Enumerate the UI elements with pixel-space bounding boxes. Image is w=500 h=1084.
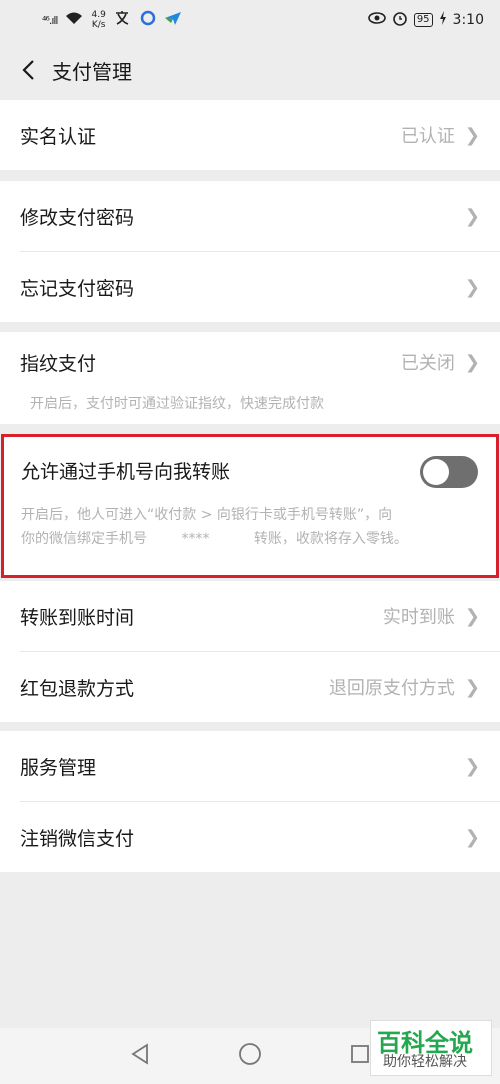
refund-method-label: 红包退款方式 xyxy=(20,677,135,700)
chevron-right-icon: ❯ xyxy=(464,124,480,146)
real-name-row[interactable]: 实名认证 已认证 ❯ xyxy=(0,100,500,170)
net-speed-unit: K/s xyxy=(91,20,106,30)
group-transfer: 转账到账时间 实时到账 ❯ 红包退款方式 退回原支付方式 ❯ xyxy=(0,581,500,722)
description-line-2b: 转账，收款将存入零钱。 xyxy=(253,531,408,547)
plane-icon xyxy=(164,10,182,30)
navigation-bar: 支付管理 xyxy=(0,40,500,100)
translate-icon xyxy=(114,10,132,30)
fingerprint-label: 指纹支付 xyxy=(20,352,97,375)
description-line-2-text: 你的微信绑定手机号 xyxy=(21,531,147,547)
change-password-label: 修改支付密码 xyxy=(20,206,135,229)
battery-icon: 95 xyxy=(413,13,433,27)
watermark-subtitle: 助你轻松解决 xyxy=(383,1054,467,1070)
recents-square-icon[interactable] xyxy=(350,1044,370,1068)
phone-transfer-toggle[interactable] xyxy=(420,456,478,488)
transfer-time-value: 实时到账 xyxy=(382,607,455,628)
group-password: 修改支付密码 ❯ 忘记支付密码 ❯ xyxy=(0,181,500,322)
description-line-1: 开启后，他人可进入“收付款 > 向银行卡或手机号转账”，向 xyxy=(21,507,393,523)
forgot-password-row[interactable]: 忘记支付密码 ❯ xyxy=(0,252,500,322)
chevron-right-icon: ❯ xyxy=(464,276,480,298)
phone-transfer-description: 开启后，他人可进入“收付款 > 向银行卡或手机号转账”，向 你的微信绑定手机号 … xyxy=(4,503,496,551)
transfer-time-row[interactable]: 转账到账时间 实时到账 ❯ xyxy=(0,581,500,651)
refund-method-value: 退回原支付方式 xyxy=(328,678,455,699)
back-button[interactable] xyxy=(14,56,42,84)
signal-icon: ⁴⁶.ıll xyxy=(42,13,59,27)
chevron-right-icon: ❯ xyxy=(464,205,480,227)
cancel-pay-row[interactable]: 注销微信支付 ❯ xyxy=(0,802,500,872)
wifi-icon xyxy=(65,11,83,29)
back-arrow-icon xyxy=(22,60,34,80)
group-service: 服务管理 ❯ 注销微信支付 ❯ xyxy=(0,731,500,872)
service-management-label: 服务管理 xyxy=(20,756,97,779)
clock-time: 3:10 xyxy=(452,12,484,28)
real-name-label: 实名认证 xyxy=(20,125,97,148)
chevron-right-icon: ❯ xyxy=(464,605,480,627)
charging-icon xyxy=(439,11,447,29)
net-speed-value: 4.9 xyxy=(91,10,106,20)
service-management-row[interactable]: 服务管理 ❯ xyxy=(0,731,500,801)
back-triangle-icon[interactable] xyxy=(130,1043,150,1069)
chevron-right-icon: ❯ xyxy=(464,351,480,373)
page-title: 支付管理 xyxy=(52,59,132,84)
toggle-knob xyxy=(423,459,449,485)
home-circle-icon[interactable] xyxy=(238,1042,262,1070)
cancel-pay-label: 注销微信支付 xyxy=(20,827,135,850)
fingerprint-status: 已关闭 xyxy=(400,353,455,374)
change-password-row[interactable]: 修改支付密码 ❯ xyxy=(0,181,500,251)
watermark-logo: 百科全说 助你轻松解决 xyxy=(370,1020,492,1076)
forgot-password-label: 忘记支付密码 xyxy=(20,277,135,300)
fingerprint-row[interactable]: 指纹支付 已关闭 ❯ xyxy=(0,332,500,392)
masked-phone-number: **** xyxy=(181,531,210,547)
refund-method-row[interactable]: 红包退款方式 退回原支付方式 ❯ xyxy=(0,652,500,722)
chevron-right-icon: ❯ xyxy=(464,755,480,777)
transfer-time-label: 转账到账时间 xyxy=(20,606,135,629)
description-line-2: 你的微信绑定手机号 **** 转账，收款将存入零钱。 xyxy=(21,527,476,551)
phone-transfer-label: 允许通过手机号向我转账 xyxy=(21,460,231,483)
phone-transfer-section: 允许通过手机号向我转账 开启后，他人可进入“收付款 > 向银行卡或手机号转账”，… xyxy=(1,434,499,578)
real-name-status: 已认证 xyxy=(400,126,455,147)
fingerprint-description: 开启后，支付时可通过验证指纹，快速完成付款 xyxy=(30,396,324,412)
chevron-right-icon: ❯ xyxy=(464,826,480,848)
group-verification: 实名认证 已认证 ❯ xyxy=(0,100,500,170)
group-fingerprint: 指纹支付 已关闭 ❯ 开启后，支付时可通过验证指纹，快速完成付款 xyxy=(0,332,500,424)
chevron-right-icon: ❯ xyxy=(464,676,480,698)
app-icon xyxy=(140,10,156,30)
eye-icon xyxy=(368,12,386,28)
alarm-icon xyxy=(392,10,408,30)
status-bar: ⁴⁶.ıll 4.9 K/s 95 3:10 xyxy=(0,0,500,40)
net-speed: 4.9 K/s xyxy=(91,10,105,30)
